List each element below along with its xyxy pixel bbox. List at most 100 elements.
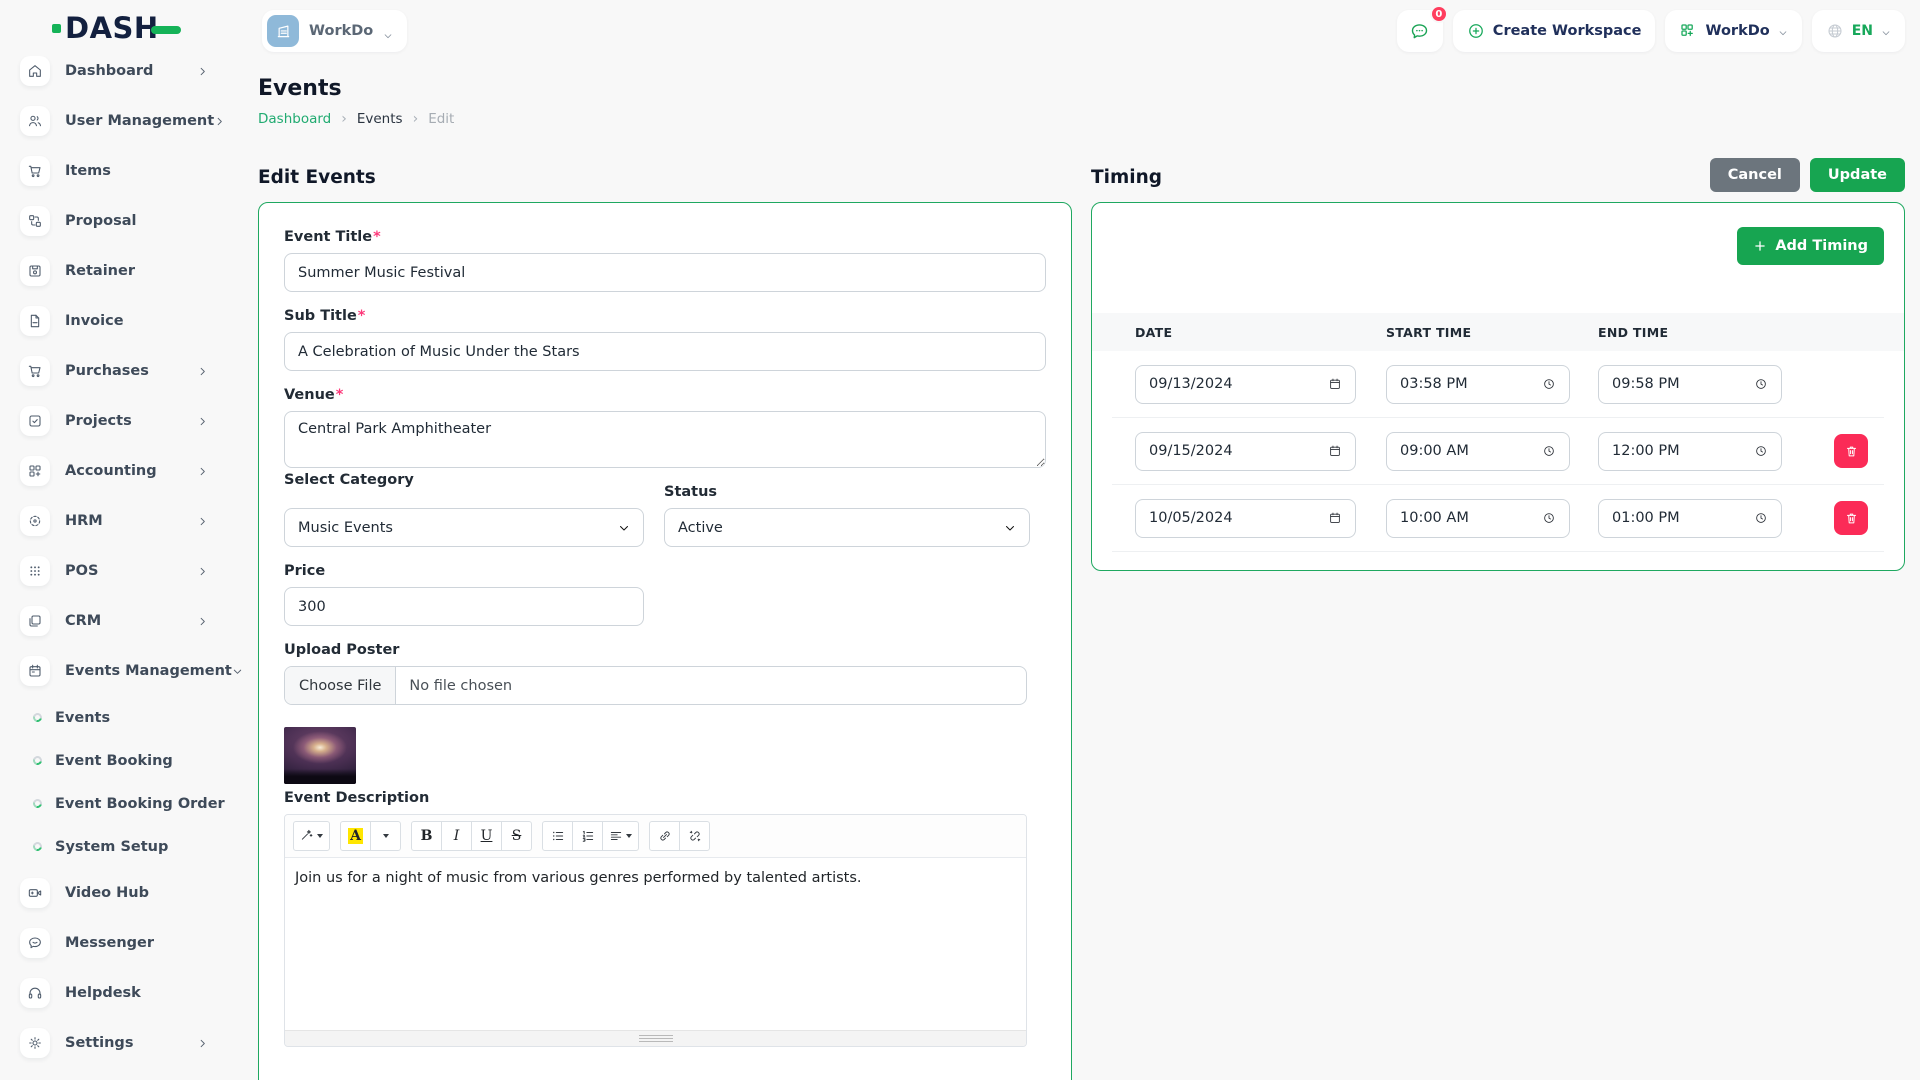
category-select[interactable]: Music Events [284, 508, 644, 547]
sidebar-item-crm[interactable]: CRM [0, 596, 250, 646]
create-workspace-button[interactable]: Create Workspace [1453, 10, 1656, 52]
start-time-input[interactable]: 03:58 PM [1386, 365, 1570, 404]
update-button[interactable]: Update [1810, 158, 1905, 192]
breadcrumb-separator: › [413, 111, 419, 127]
sidebar-item-projects[interactable]: Projects [0, 396, 250, 446]
sidebar-item-retainer[interactable]: Retainer [0, 246, 250, 296]
bold-button[interactable]: B [411, 821, 442, 851]
clock-icon [1754, 511, 1768, 525]
description-editable-area[interactable]: Join us for a night of music from variou… [285, 858, 1026, 1030]
workspace-menu-button[interactable]: WorkDo [1665, 10, 1801, 52]
file-status-text: No file chosen [396, 678, 512, 694]
editor-toolbar: A B I U S [285, 815, 1026, 858]
status-label: Status [664, 484, 1030, 500]
start-time-input[interactable]: 10:00 AM [1386, 499, 1570, 538]
required-mark: * [336, 387, 344, 403]
sidebar-subitem-events[interactable]: Events [0, 696, 250, 739]
sidebar-item-label: Events Management [65, 663, 232, 679]
column-end-time: END TIME [1598, 325, 1810, 340]
choose-file-button[interactable]: Choose File [285, 667, 396, 704]
venue-textarea[interactable]: Central Park Amphitheater [284, 411, 1046, 468]
chevron-right-icon [197, 62, 208, 81]
end-time-input[interactable]: 01:00 PM [1598, 499, 1782, 538]
cancel-button[interactable]: Cancel [1710, 158, 1800, 192]
edit-events-heading: Edit Events [258, 167, 1072, 188]
sidebar-item-events-management[interactable]: Events Management [0, 646, 250, 696]
sidebar-item-user-management[interactable]: User Management [0, 96, 250, 146]
required-mark: * [373, 229, 381, 245]
status-select[interactable]: Active [664, 508, 1030, 547]
end-time-input[interactable]: 12:00 PM [1598, 432, 1782, 471]
sidebar-item-invoice[interactable]: Invoice [0, 296, 250, 346]
submenu-dot-icon [31, 797, 43, 809]
sidebar-item-hrm[interactable]: HRM [0, 496, 250, 546]
underline-button[interactable]: U [471, 821, 502, 851]
ordered-list-button[interactable] [572, 821, 603, 851]
sidebar-item-label: HRM [65, 513, 103, 529]
bullet-list-button[interactable] [542, 821, 573, 851]
calendar-icon [1328, 511, 1342, 525]
date-input[interactable]: 09/13/2024 [1135, 365, 1356, 404]
workspace-switcher[interactable]: WorkDo [262, 10, 407, 52]
submenu-dot-icon [31, 711, 43, 723]
video-icon [20, 878, 50, 908]
messages-button[interactable]: 0 [1397, 10, 1443, 52]
sidebar-subitem-system-setup[interactable]: System Setup [0, 825, 250, 868]
breadcrumb-events-link[interactable]: Events [357, 111, 403, 127]
sidebar-item-helpdesk[interactable]: Helpdesk [0, 968, 250, 1018]
invoice-icon [20, 306, 50, 336]
breadcrumb-dashboard-link[interactable]: Dashboard [258, 111, 331, 127]
end-time-input[interactable]: 09:58 PM [1598, 365, 1782, 404]
language-selector[interactable]: EN [1812, 10, 1905, 52]
sidebar-item-proposal[interactable]: Proposal [0, 196, 250, 246]
trash-icon [1844, 511, 1859, 526]
calendar-icon [1328, 444, 1342, 458]
unlink-button[interactable] [679, 821, 710, 851]
sub-title-input[interactable] [284, 332, 1046, 371]
editor-resize-bar[interactable] [285, 1030, 1026, 1046]
start-time-input[interactable]: 09:00 AM [1386, 432, 1570, 471]
strikethrough-button[interactable]: S [501, 821, 532, 851]
sidebar-item-messenger[interactable]: Messenger [0, 918, 250, 968]
chevron-right-icon [197, 412, 208, 431]
sidebar-item-label: Messenger [65, 935, 154, 951]
sidebar-subitem-label: System Setup [55, 839, 168, 855]
style-magic-button[interactable] [293, 821, 330, 851]
delete-timing-button[interactable] [1834, 501, 1868, 535]
sidebar-subitem-event-booking-order[interactable]: Event Booking Order [0, 782, 250, 825]
column-date: DATE [1135, 325, 1386, 340]
sidebar-item-video-hub[interactable]: Video Hub [0, 868, 250, 918]
topbar-right: 0 Create Workspace WorkDo EN [1397, 10, 1905, 52]
sidebar-subitem-event-booking[interactable]: Event Booking [0, 739, 250, 782]
sidebar-item-settings[interactable]: Settings [0, 1018, 250, 1068]
sidebar-item-label: Invoice [65, 313, 124, 329]
font-color-dropdown[interactable] [370, 821, 401, 851]
brand-logo[interactable]: DASH [52, 14, 181, 43]
description-editor: A B I U S [284, 814, 1027, 1047]
date-input[interactable]: 09/15/2024 [1135, 432, 1356, 471]
font-color-button[interactable]: A [340, 821, 371, 851]
sidebar-item-pos[interactable]: POS [0, 546, 250, 596]
sidebar-item-label: Video Hub [65, 885, 149, 901]
home-icon [20, 56, 50, 86]
delete-timing-button[interactable] [1834, 434, 1868, 468]
globe-icon [1826, 22, 1844, 40]
description-text: Join us for a night of music from variou… [295, 870, 1016, 886]
trash-icon [1844, 444, 1859, 459]
sidebar-item-accounting[interactable]: Accounting [0, 446, 250, 496]
italic-button[interactable]: I [441, 821, 472, 851]
insert-link-button[interactable] [649, 821, 680, 851]
plus-circle-icon [1467, 22, 1485, 40]
sidebar-item-purchases[interactable]: Purchases [0, 346, 250, 396]
paragraph-align-button[interactable] [602, 821, 639, 851]
event-title-input[interactable] [284, 253, 1046, 292]
poster-file-input[interactable]: Choose File No file chosen [284, 666, 1027, 705]
date-input[interactable]: 10/05/2024 [1135, 499, 1356, 538]
chevron-down-icon [1004, 522, 1016, 534]
logo-accent-square [52, 24, 61, 33]
add-timing-button[interactable]: Add Timing [1737, 227, 1884, 265]
chevron-down-icon [1778, 26, 1788, 36]
align-left-icon [609, 829, 623, 843]
sidebar-item-items[interactable]: Items [0, 146, 250, 196]
price-input[interactable] [284, 587, 644, 626]
